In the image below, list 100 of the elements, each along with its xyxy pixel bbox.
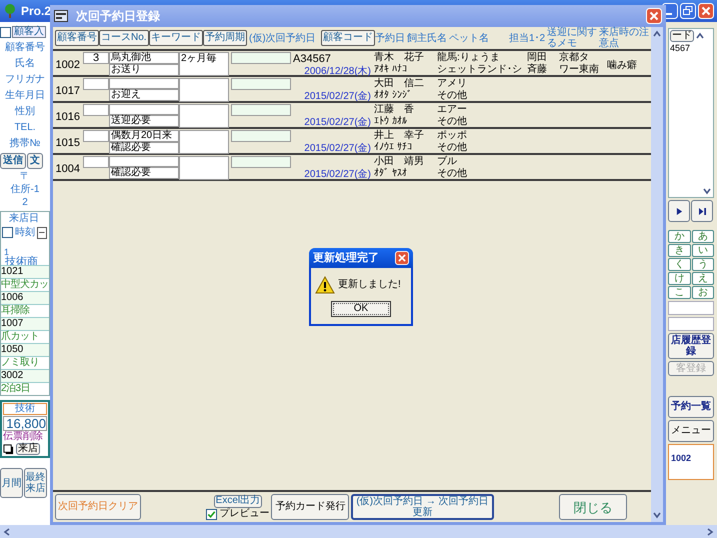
stacked-squares-icon[interactable] <box>3 444 14 454</box>
report-button[interactable]: 最終来店 <box>24 468 47 498</box>
date-link[interactable]: 2015/02/27(金) <box>304 143 371 154</box>
toolbar-button[interactable]: 送信 <box>0 153 26 169</box>
date-link[interactable]: 2015/02/27(金) <box>304 169 371 180</box>
code-button[interactable]: ード <box>670 30 694 42</box>
small-button[interactable]: – <box>37 226 47 238</box>
kana-button[interactable]: お <box>692 286 714 299</box>
text-field[interactable]: お送り <box>109 64 179 76</box>
report-button[interactable]: 月間 <box>0 468 23 498</box>
kana-button[interactable]: こ <box>668 286 690 299</box>
text-field[interactable] <box>231 52 291 64</box>
scroll-down-icon[interactable] <box>652 510 662 520</box>
header-button[interactable]: 顧客コード <box>321 30 375 46</box>
kana-button[interactable]: え <box>692 272 714 285</box>
text-field[interactable] <box>179 130 229 154</box>
text-field[interactable] <box>83 156 109 168</box>
text-field[interactable] <box>83 78 109 90</box>
text-field[interactable] <box>668 317 714 331</box>
date-link[interactable]: 2015/02/27(金) <box>304 117 371 128</box>
menu-button[interactable]: メニュー <box>668 420 714 442</box>
checkbox[interactable] <box>0 26 11 38</box>
text-field[interactable] <box>109 156 179 167</box>
visit-button[interactable]: 来店 <box>16 443 40 455</box>
date-link[interactable]: 2015/02/27(金) <box>304 91 371 102</box>
text-field[interactable]: 確認必要 <box>109 142 179 154</box>
text-field[interactable]: 確認必要 <box>109 167 179 179</box>
scroll-up-icon[interactable] <box>652 29 662 39</box>
toolbar-button[interactable]: 文 <box>27 153 43 169</box>
text-field[interactable]: お迎え <box>109 89 179 101</box>
item-name[interactable]: 耳掃除 <box>1 304 49 317</box>
text-field[interactable]: 偶数月20日来 <box>109 130 179 142</box>
text-field[interactable] <box>109 104 179 115</box>
horizontal-scrollbar[interactable] <box>0 525 717 538</box>
kana-button[interactable]: け <box>668 272 690 285</box>
column-header: ペット名 <box>449 32 489 44</box>
scroll-right-icon[interactable] <box>705 526 715 536</box>
table-row[interactable]: 1015 偶数月20日来 確認必要 2015/02/27(金) 井上 幸子 ｲﾉｳｴ ｻﾁｺ ポッポ その他 <box>53 129 651 155</box>
ok-button[interactable]: OK <box>331 301 391 317</box>
checkbox[interactable] <box>206 508 218 520</box>
text-field[interactable] <box>179 156 229 180</box>
date-link[interactable]: 2006/12/28(木) <box>304 66 371 77</box>
table-cell-text: 青木 花子 <box>374 52 425 64</box>
item-code[interactable]: 1006 <box>1 291 49 304</box>
reservation-list-button[interactable]: 予約一覧 <box>668 396 714 418</box>
checkbox[interactable] <box>2 227 13 238</box>
next-button[interactable] <box>668 200 690 222</box>
text-field[interactable] <box>668 301 714 315</box>
item-name[interactable]: ノミ取り <box>1 356 49 369</box>
total-label: 技術 <box>3 403 47 415</box>
table-row[interactable]: 1016 送迎必要 2015/02/27(金) 江藤 香 ｴﾄｳ ｶｵﾙ エアー その他 <box>53 103 651 129</box>
restore-icon[interactable] <box>680 3 696 19</box>
kana-button[interactable]: あ <box>692 230 714 243</box>
item-name[interactable]: 中型犬カッ <box>1 278 49 291</box>
table-cell-text: エアー <box>437 104 468 116</box>
kana-button[interactable]: く <box>668 258 690 271</box>
text-field[interactable] <box>231 104 291 116</box>
last-button[interactable] <box>691 200 713 222</box>
item-name[interactable]: 爪カット <box>1 330 49 343</box>
text-field[interactable]: 送迎必要 <box>109 115 179 127</box>
input-button[interactable]: 顧客入 <box>12 26 46 38</box>
table-row[interactable]: 1017 お迎え 2015/02/27(金) 大田 信二 ｵｵﾀ ｼﾝｼﾞ アメリ その他 <box>53 77 651 103</box>
header-button[interactable]: キーワード <box>149 30 203 46</box>
scroll-down-icon[interactable] <box>702 186 712 196</box>
update-button[interactable]: (仮)次回予約日 → 次回予約日 更新 <box>351 494 494 520</box>
card-print-button[interactable]: 予約カード発行 <box>271 494 350 520</box>
close-button[interactable]: 閉じる <box>559 494 627 520</box>
text-field[interactable] <box>109 78 179 89</box>
text-field[interactable] <box>83 130 109 142</box>
excel-button[interactable]: Excel出力 <box>214 494 262 508</box>
header-button[interactable]: 予約周期 <box>203 30 247 46</box>
table-cell-text: 岡田 <box>527 52 548 64</box>
history-button[interactable]: 店履歴登録 <box>668 333 714 359</box>
text-field[interactable] <box>231 156 291 168</box>
text-field[interactable]: 烏丸御池 <box>109 52 179 64</box>
item-code[interactable]: 1050 <box>1 343 49 356</box>
vertical-scrollbar[interactable] <box>651 27 663 522</box>
kana-button[interactable]: い <box>692 244 714 257</box>
item-code[interactable]: 1007 <box>1 317 49 330</box>
scroll-up-icon[interactable] <box>695 31 705 41</box>
text-field[interactable]: 3 <box>83 52 109 64</box>
text-field[interactable] <box>179 104 229 128</box>
close-icon[interactable] <box>698 3 714 19</box>
text-field[interactable] <box>179 78 229 102</box>
text-field[interactable] <box>83 104 109 116</box>
text-field[interactable] <box>231 78 291 90</box>
header-button[interactable]: コースNo. <box>99 30 149 46</box>
header-button[interactable]: 顧客番号 <box>55 30 99 46</box>
text-field[interactable]: 2ヶ月毎 <box>179 52 229 76</box>
close-icon[interactable] <box>646 8 662 24</box>
kana-button[interactable]: か <box>668 230 690 243</box>
item-code[interactable]: 1021 <box>1 265 49 278</box>
kana-button[interactable]: き <box>668 244 690 257</box>
text-field[interactable] <box>231 130 291 142</box>
scroll-left-icon[interactable] <box>2 526 12 536</box>
close-icon[interactable] <box>395 251 409 265</box>
kana-button[interactable]: う <box>692 258 714 271</box>
table-row[interactable]: 1004 確認必要 2015/02/27(金) 小田 靖男 ｵﾀﾞ ﾔｽｵ ブル その他 <box>53 155 651 181</box>
item-code[interactable]: 3002 <box>1 369 49 382</box>
item-name[interactable]: 2泊3日 <box>1 382 49 395</box>
